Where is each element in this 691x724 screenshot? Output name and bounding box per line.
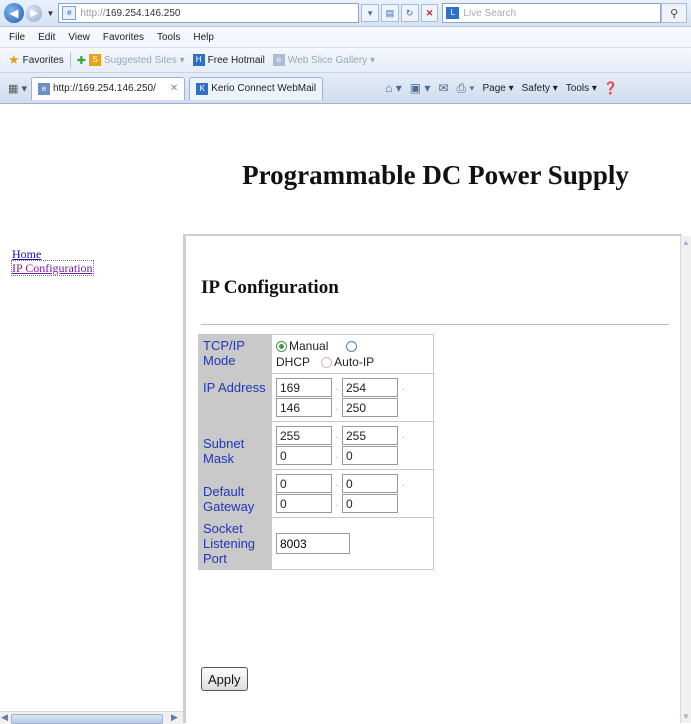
address-bar-row: ◀ ▶ ▼ e http:// 169.254.146.250 ▾ ▤ ↻ ✕ … <box>0 0 691 27</box>
search-placeholder: Live Search <box>463 7 517 19</box>
menu-view[interactable]: View <box>68 32 90 43</box>
gateway-octet-3[interactable] <box>276 494 332 513</box>
refresh-icon[interactable]: ↻ <box>400 4 419 22</box>
tab-webmail[interactable]: K Kerio Connect WebMail <box>189 76 324 100</box>
page-title: Programmable DC Power Supply <box>242 160 629 190</box>
search-input[interactable]: L Live Search <box>442 3 662 23</box>
address-prefix: http:// <box>80 7 106 19</box>
help-icon[interactable]: ❓ <box>603 81 618 95</box>
frame-top-border <box>183 234 682 236</box>
search-icon[interactable]: ⚲ <box>661 3 687 23</box>
gateway-octet-4[interactable] <box>342 494 398 513</box>
favorites-star-icon: ★ <box>8 52 20 67</box>
manual-radio-label: Manual <box>289 339 329 353</box>
home-icon[interactable]: ⌂ ▾ <box>385 81 402 95</box>
add-favorite-icon[interactable]: ✚ <box>77 54 86 67</box>
apply-button[interactable]: Apply <box>201 667 248 691</box>
port-input[interactable] <box>276 533 350 554</box>
scroll-left-icon[interactable]: ◀ <box>1 712 8 723</box>
favorites-divider <box>69 52 71 68</box>
auto-ip-radio-label: Auto-IP <box>334 355 375 369</box>
ip-address-row: IP Address .. . <box>198 373 434 422</box>
ip-config-table: TCP/IP Mode Manual DHCP Auto-IP IP Addre… <box>198 334 434 570</box>
gateway-row: Default Gateway .. . <box>198 469 434 518</box>
auto-ip-radio[interactable]: Auto-IP <box>321 355 374 369</box>
close-tab-icon[interactable]: ✕ <box>170 83 178 94</box>
forward-button[interactable]: ▶ <box>25 4 43 22</box>
scroll-down-icon[interactable]: ▼ <box>682 712 690 721</box>
menu-bar: File Edit View Favorites Tools Help <box>0 27 691 48</box>
horizontal-scrollbar[interactable]: ◀ ▶ <box>0 711 183 724</box>
ip-octet-1[interactable] <box>276 378 332 397</box>
ip-octet-4[interactable] <box>342 398 398 417</box>
manual-radio-indicator[interactable] <box>276 341 287 353</box>
dhcp-radio[interactable] <box>345 341 357 353</box>
manual-radio[interactable]: Manual <box>276 339 328 353</box>
menu-edit[interactable]: Edit <box>38 32 55 43</box>
feeds-icon[interactable]: ▣ ▾ <box>410 81 431 95</box>
favorites-button[interactable]: Favorites <box>23 55 64 66</box>
live-search-icon: L <box>446 7 460 19</box>
gateway-label: Default Gateway <box>198 469 272 518</box>
mask-octet-1[interactable] <box>276 426 332 445</box>
section-rule <box>201 324 669 325</box>
mask-octet-3[interactable] <box>276 446 332 465</box>
ip-octet-3[interactable] <box>276 398 332 417</box>
mail-icon[interactable]: ✉ <box>438 81 448 95</box>
frame-divider[interactable] <box>183 234 186 723</box>
tcpip-mode-row: TCP/IP Mode Manual DHCP Auto-IP <box>198 334 434 374</box>
recent-pages-dropdown[interactable]: ▼ <box>46 9 54 18</box>
quick-tabs-icon[interactable]: ▦ ▾ <box>8 82 27 95</box>
port-label: Socket Listening Port <box>198 517 272 570</box>
mask-octet-4[interactable] <box>342 446 398 465</box>
tab-device[interactable]: e http://169.254.146.250/ ✕ <box>30 76 186 100</box>
menu-help[interactable]: Help <box>193 32 214 43</box>
subnet-mask-row: Subnet Mask .. . <box>198 421 434 470</box>
nav-ip-config-link[interactable]: IP Configuration <box>11 260 94 276</box>
address-dropdown-button[interactable]: ▾ <box>361 4 380 22</box>
free-hotmail-link[interactable]: Free Hotmail <box>208 55 265 66</box>
gateway-octet-2[interactable] <box>342 474 398 493</box>
suggested-sites-link[interactable]: Suggested Sites ▾ <box>104 55 185 66</box>
hotmail-icon: H <box>192 54 205 66</box>
stop-icon[interactable]: ✕ <box>420 4 439 22</box>
back-button[interactable]: ◀ <box>4 3 24 23</box>
suggested-sites-icon: S <box>89 54 101 66</box>
tab-page-icon: e <box>37 82 50 95</box>
tools-menu[interactable]: Tools ▾ <box>566 83 597 94</box>
dhcp-radio-label: DHCP <box>276 355 310 369</box>
compatibility-view-icon[interactable]: ▤ <box>381 4 399 22</box>
tab-device-label: http://169.254.146.250/ <box>52 83 156 94</box>
safety-menu[interactable]: Safety ▾ <box>522 83 558 94</box>
menu-file[interactable]: File <box>9 32 25 43</box>
mask-octet-2[interactable] <box>342 426 398 445</box>
auto-ip-radio-indicator[interactable] <box>321 357 333 369</box>
address-host: 169.254.146.250 <box>105 7 181 19</box>
subnet-mask-label: Subnet Mask <box>198 421 272 470</box>
web-slice-gallery-link[interactable]: Web Slice Gallery ▾ <box>288 55 375 66</box>
menu-tools[interactable]: Tools <box>157 32 180 43</box>
web-slice-icon: e <box>272 54 285 66</box>
gateway-octet-1[interactable] <box>276 474 332 493</box>
print-icon[interactable]: ⎙ ▾ <box>457 81 475 96</box>
nav-home-link[interactable]: Home <box>12 247 93 261</box>
section-heading: IP Configuration <box>201 277 339 298</box>
scroll-up-icon[interactable]: ▲ <box>682 238 690 247</box>
ip-address-label: IP Address <box>198 373 272 422</box>
vertical-scrollbar[interactable]: ▲ ▼ <box>680 236 691 723</box>
port-row: Socket Listening Port <box>198 517 434 570</box>
kerio-icon: K <box>196 82 209 95</box>
tab-bar: ▦ ▾ e http://169.254.146.250/ ✕ K Kerio … <box>0 73 691 104</box>
page-menu[interactable]: Page ▾ <box>482 83 513 94</box>
ip-octet-2[interactable] <box>342 378 398 397</box>
scroll-right-icon[interactable]: ▶ <box>171 712 178 723</box>
address-input[interactable]: e http:// 169.254.146.250 <box>58 3 360 23</box>
tab-webmail-label: Kerio Connect WebMail <box>211 83 317 94</box>
menu-favorites[interactable]: Favorites <box>103 32 144 43</box>
tcpip-mode-label: TCP/IP Mode <box>198 334 272 374</box>
page-icon: e <box>62 6 77 20</box>
left-nav: Home IP Configuration <box>11 247 94 276</box>
favorites-bar: ★ Favorites ✚ S Suggested Sites ▾ H Free… <box>0 48 691 73</box>
